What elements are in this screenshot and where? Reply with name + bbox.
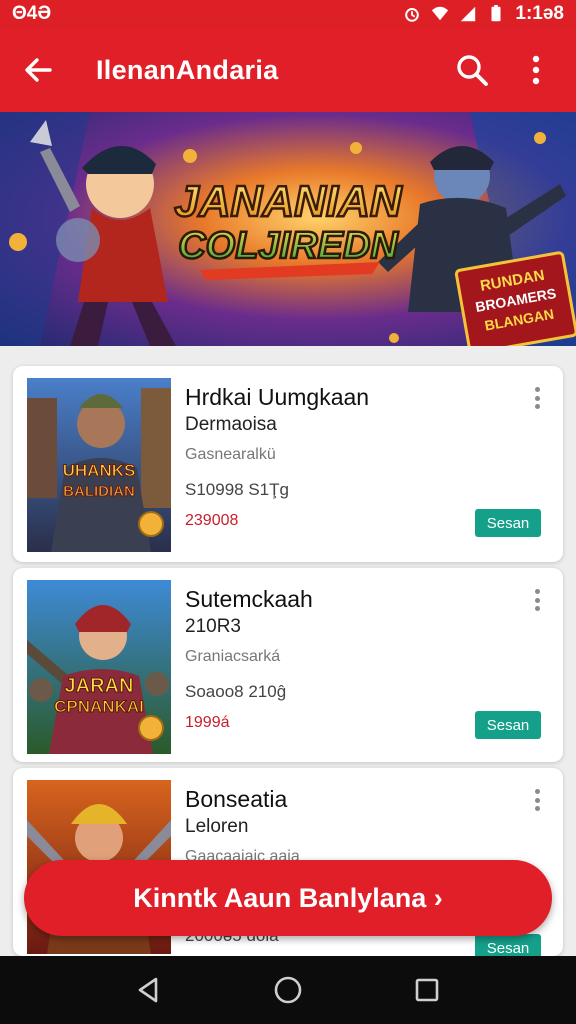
status-time: 1:1ə8 [515, 3, 564, 24]
card-art-text-2: BALIDIAN [63, 483, 135, 500]
status-bar: Θ4Ə 1:1ə8 [0, 0, 576, 28]
game-subtitle: Leloren [185, 816, 249, 837]
dot-icon [534, 395, 540, 401]
hero-banner[interactable]: RUNDAN BROAMERS BLANGAN JANANIAN COLJIRE… [0, 112, 576, 346]
card-action-button[interactable]: Sesan [475, 711, 541, 739]
game-title: Bonseatia [185, 786, 288, 812]
game-genre: Graniacsarká [185, 648, 281, 665]
dot-icon [534, 597, 540, 603]
dot-icon [534, 387, 540, 392]
dot-icon [534, 589, 540, 594]
system-nav-bar [0, 956, 576, 1024]
game-title: Sutemckaah [185, 586, 313, 612]
game-title: Hrdkai Uumgkaan [185, 384, 370, 410]
circle-home-icon [274, 976, 302, 1004]
game-genre: Gasnearalkü [185, 446, 276, 463]
square-recents-icon [415, 978, 438, 1002]
card-more-button[interactable] [525, 384, 549, 412]
game-subtitle: 210R3 [185, 616, 241, 637]
status-left-text: Θ4Ə [12, 3, 52, 24]
game-stats: Soaoo8 210ĝ [185, 682, 287, 701]
back-button[interactable] [18, 50, 58, 90]
arrow-left-icon [25, 58, 52, 82]
game-stats: S10998 S1Ţg [185, 480, 289, 499]
dot-icon [534, 806, 540, 811]
game-price: 1999á [185, 714, 230, 731]
alarm-icon [405, 8, 420, 22]
game-card[interactable]: UHANKS BALIDIAN Hrdkai Uumgkaan Dermaois… [13, 366, 563, 562]
status-right-group: 1:1ə8 [403, 3, 564, 25]
banner-headline-1: JANANIAN [174, 177, 403, 226]
nav-recents-button[interactable] [403, 966, 451, 1014]
card-art-text-1: JARAN [65, 675, 134, 697]
floating-cta-button[interactable]: Kinntk Aaun Banlylana › [24, 860, 552, 936]
game-card[interactable]: JARAN CPNANKAI Sutemckaah 210R3 Graniacs… [13, 568, 563, 762]
banner-artwork: RUNDAN BROAMERS BLANGAN JANANIAN COLJIRE… [0, 112, 576, 346]
nav-back-button[interactable] [125, 966, 173, 1014]
card-more-button[interactable] [525, 586, 549, 614]
dot-icon [534, 404, 540, 409]
app-bar: IlenanAndaria [0, 28, 576, 112]
search-button[interactable] [450, 48, 494, 92]
game-thumbnail[interactable]: UHANKS BALIDIAN [27, 378, 171, 552]
signal-icon [461, 6, 476, 22]
more-vertical-icon [532, 55, 540, 85]
search-icon [457, 55, 488, 86]
card-art-text-1: UHANKS [63, 461, 136, 480]
game-thumbnail[interactable]: JARAN CPNANKAI [27, 580, 171, 754]
dot-icon [534, 797, 540, 803]
page-title: IlenanAndaria [96, 54, 279, 85]
game-subtitle: Dermaoisa [185, 414, 277, 435]
overflow-menu-button[interactable] [514, 48, 558, 92]
wifi-icon [432, 6, 449, 21]
banner-headline-2: COLJIREDN [178, 225, 399, 267]
card-more-button[interactable] [525, 786, 549, 814]
battery-icon [491, 5, 501, 22]
dot-icon [534, 606, 540, 611]
game-price: 239008 [185, 512, 239, 529]
triangle-back-icon [139, 977, 158, 1003]
card-art-text-2: CPNANKAI [54, 697, 144, 716]
dot-icon [534, 789, 540, 794]
nav-home-button[interactable] [264, 966, 312, 1014]
card-action-button[interactable]: Sesan [475, 509, 541, 537]
